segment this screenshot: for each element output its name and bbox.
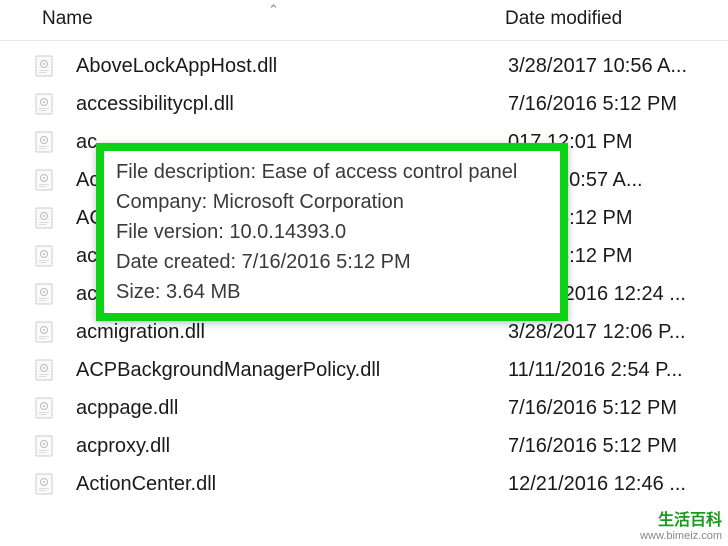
sort-ascending-icon: ⌃ [268,2,279,18]
dll-file-icon [34,131,56,153]
file-name: accessibilitycpl.dll [76,93,508,116]
watermark-cn: 生活百科 [640,506,722,530]
file-name: ACPBackgroundManagerPolicy.dll [76,359,508,382]
dll-file-icon [34,397,56,419]
file-row[interactable]: accessibilitycpl.dll 7/16/2016 5:12 PM [0,85,728,123]
file-row[interactable]: ACPBackgroundManagerPolicy.dll 11/11/201… [0,351,728,389]
file-row[interactable]: ActionCenter.dll 12/21/2016 12:46 ... [0,465,728,503]
file-date: 12/21/2016 12:46 ... [508,473,686,496]
file-row[interactable]: AboveLockAppHost.dll 3/28/2017 10:56 A..… [0,47,728,85]
dll-file-icon [34,207,56,229]
watermark-url: www.bimeiz.com [640,530,722,542]
file-date: 7/16/2016 5:12 PM [508,397,677,420]
file-properties-tooltip: File description: Ease of access control… [96,143,568,321]
file-name: AboveLockAppHost.dll [76,55,508,78]
file-name: acmigration.dll [76,321,508,344]
dll-file-icon [34,473,56,495]
file-date: 3/28/2017 12:06 P... [508,321,686,344]
column-header-date[interactable]: Date modified [505,8,622,30]
tooltip-date-created: Date created: 7/16/2016 5:12 PM [116,247,548,277]
column-header-row: Name ⌃ Date modified [0,0,728,41]
tooltip-company: Company: Microsoft Corporation [116,187,548,217]
tooltip-file-description: File description: Ease of access control… [116,157,548,187]
dll-file-icon [34,359,56,381]
file-date: 7/16/2016 5:12 PM [508,435,677,458]
column-header-name[interactable]: Name ⌃ [0,8,505,30]
column-header-name-label: Name [42,8,93,29]
dll-file-icon [34,93,56,115]
file-date: 11/11/2016 2:54 P... [508,359,683,382]
file-date: 3/28/2017 10:56 A... [508,55,687,78]
dll-file-icon [34,169,56,191]
tooltip-file-version: File version: 10.0.14393.0 [116,217,548,247]
dll-file-icon [34,321,56,343]
watermark: 生活百科 www.bimeiz.com [640,506,722,542]
file-row[interactable]: acproxy.dll 7/16/2016 5:12 PM [0,427,728,465]
tooltip-size: Size: 3.64 MB [116,277,548,307]
dll-file-icon [34,55,56,77]
file-name: acppage.dll [76,397,508,420]
file-name: acproxy.dll [76,435,508,458]
column-header-date-label: Date modified [505,8,622,29]
file-row[interactable]: acppage.dll 7/16/2016 5:12 PM [0,389,728,427]
file-name: ActionCenter.dll [76,473,508,496]
dll-file-icon [34,435,56,457]
dll-file-icon [34,283,56,305]
dll-file-icon [34,245,56,267]
file-date: 7/16/2016 5:12 PM [508,93,677,116]
